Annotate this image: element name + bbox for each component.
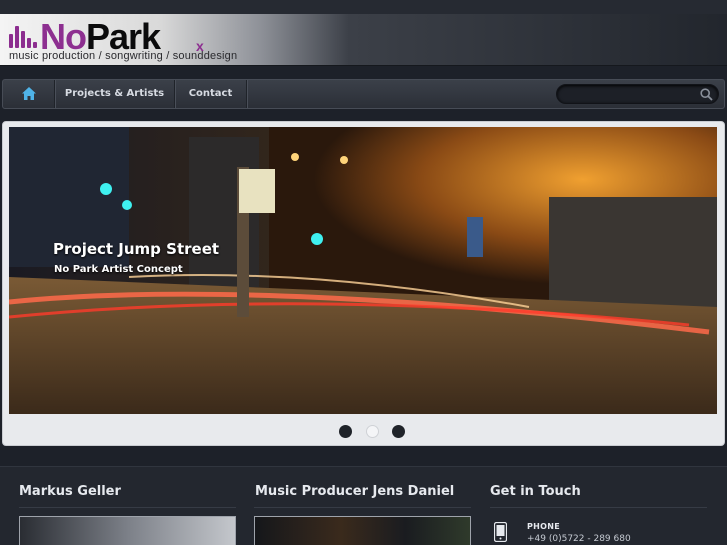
divider xyxy=(490,507,707,508)
home-icon xyxy=(22,87,36,100)
site-tagline: music production / songwriting / soundde… xyxy=(9,50,238,62)
site-header: NoPark x music production / songwriting … xyxy=(0,14,727,66)
divider xyxy=(254,507,471,508)
search-box xyxy=(556,84,719,104)
nav-home[interactable] xyxy=(3,80,55,108)
nav-contact[interactable]: Contact xyxy=(175,80,247,108)
slider-dot-1[interactable] xyxy=(339,425,352,438)
slide-subtitle: No Park Artist Concept xyxy=(54,264,183,275)
slider-dot-2-active[interactable] xyxy=(366,425,379,438)
column-title-jens-daniel: Music Producer Jens Daniel xyxy=(255,484,455,499)
search-input[interactable] xyxy=(565,87,695,101)
phone-label: PHONE xyxy=(527,522,561,531)
column-title-markus-geller: Markus Geller xyxy=(19,484,121,499)
column-title-get-in-touch: Get in Touch xyxy=(490,484,581,499)
slider-dot-3[interactable] xyxy=(392,425,405,438)
divider xyxy=(19,507,236,508)
search-icon[interactable] xyxy=(700,88,713,101)
artist-thumbnail-markus-geller[interactable] xyxy=(19,516,236,545)
top-strip xyxy=(0,0,727,14)
nav-projects-artists[interactable]: Projects & Artists xyxy=(55,80,175,108)
main-navigation: Projects & Artists Contact xyxy=(2,79,725,109)
slide-title: Project Jump Street xyxy=(53,240,220,258)
phone-number[interactable]: +49 (0)5722 - 289 680 xyxy=(527,534,631,544)
equalizer-logo-icon xyxy=(9,26,39,48)
artist-thumbnail-jens-daniel[interactable] xyxy=(254,516,471,545)
phone-icon xyxy=(494,522,507,542)
